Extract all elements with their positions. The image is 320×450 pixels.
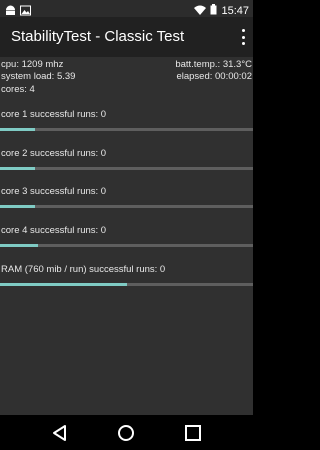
overflow-menu-icon[interactable] [239, 28, 247, 46]
progress-fill [0, 283, 127, 286]
progress-fill [0, 167, 36, 170]
cpu-frequency: cpu: 1209 mhz [1, 59, 64, 70]
home-icon[interactable] [116, 423, 136, 443]
test-content: cpu: 1209 mhz batt.temp.: 31.3°C system … [0, 57, 253, 415]
app-bar: StabilityTest - Classic Test [0, 17, 253, 57]
clock: 15:47 [221, 5, 249, 17]
progress-fill [0, 205, 36, 208]
battery-temperature: batt.temp.: 31.3°C [175, 59, 252, 70]
app-title: StabilityTest - Classic Test [11, 28, 185, 45]
core-2-label: core 2 successful runs: 0 [1, 148, 107, 159]
core-4-label: core 4 successful runs: 0 [1, 225, 107, 236]
back-icon[interactable] [50, 423, 70, 443]
progress-fill [0, 244, 38, 247]
core-3-label: core 3 successful runs: 0 [1, 186, 107, 197]
core-4-progress-bar [0, 244, 253, 247]
info-row-cpu: cpu: 1209 mhz batt.temp.: 31.3°C [0, 59, 253, 71]
core-2-progress-bar [0, 167, 253, 170]
core-3-progress-bar [0, 205, 253, 208]
system-load: system load: 5.39 [1, 71, 76, 82]
recents-icon[interactable] [183, 423, 203, 443]
navigation-bar [0, 415, 253, 450]
info-row-load: system load: 5.39 elapsed: 00:00:02 [0, 71, 253, 83]
info-row-cores: cores: 4 [0, 84, 253, 96]
progress-fill [0, 128, 36, 131]
status-bar: 15:47 [0, 0, 253, 17]
ram-label: RAM (760 mib / run) successful runs: 0 [1, 264, 166, 275]
ram-progress-bar [0, 283, 253, 286]
cores-count: cores: 4 [1, 84, 35, 95]
core-1-label: core 1 successful runs: 0 [1, 109, 107, 120]
core-1-progress-bar [0, 128, 253, 131]
elapsed-time: elapsed: 00:00:02 [176, 71, 252, 82]
